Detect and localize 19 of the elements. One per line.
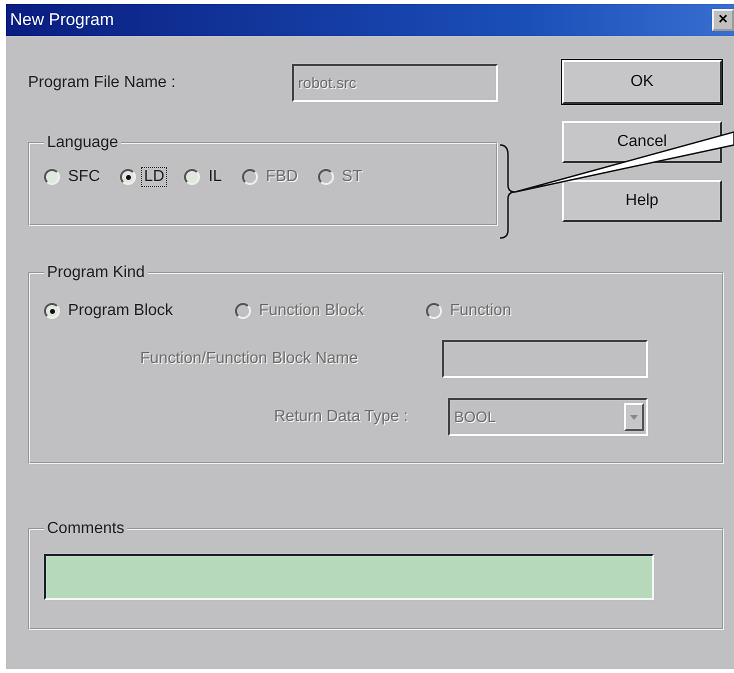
window-title: New Program: [10, 10, 114, 30]
group-title: Language: [46, 134, 120, 152]
group-title: Comments: [46, 520, 126, 538]
comments-field[interactable]: [44, 554, 654, 600]
name-label: Function/Function Block Name: [140, 350, 358, 368]
dialog-button[interactable]: OK: [562, 60, 722, 104]
group-title: Program Kind: [46, 264, 146, 282]
radio-button[interactable]: [184, 169, 200, 185]
radio-label[interactable]: LD: [142, 168, 166, 186]
radio-button[interactable]: [120, 169, 136, 185]
radio-button[interactable]: [44, 303, 60, 319]
radio-label[interactable]: Program Block: [66, 302, 175, 320]
radio-label[interactable]: IL: [206, 168, 224, 186]
dialog-button[interactable]: Help: [562, 180, 722, 222]
return-type-label: Return Data Type :: [274, 408, 408, 426]
close-button[interactable]: ×: [712, 9, 734, 31]
radio-button[interactable]: [44, 169, 60, 185]
radio-label[interactable]: SFC: [66, 168, 102, 186]
file-name-label: Program File Name :: [28, 74, 176, 92]
